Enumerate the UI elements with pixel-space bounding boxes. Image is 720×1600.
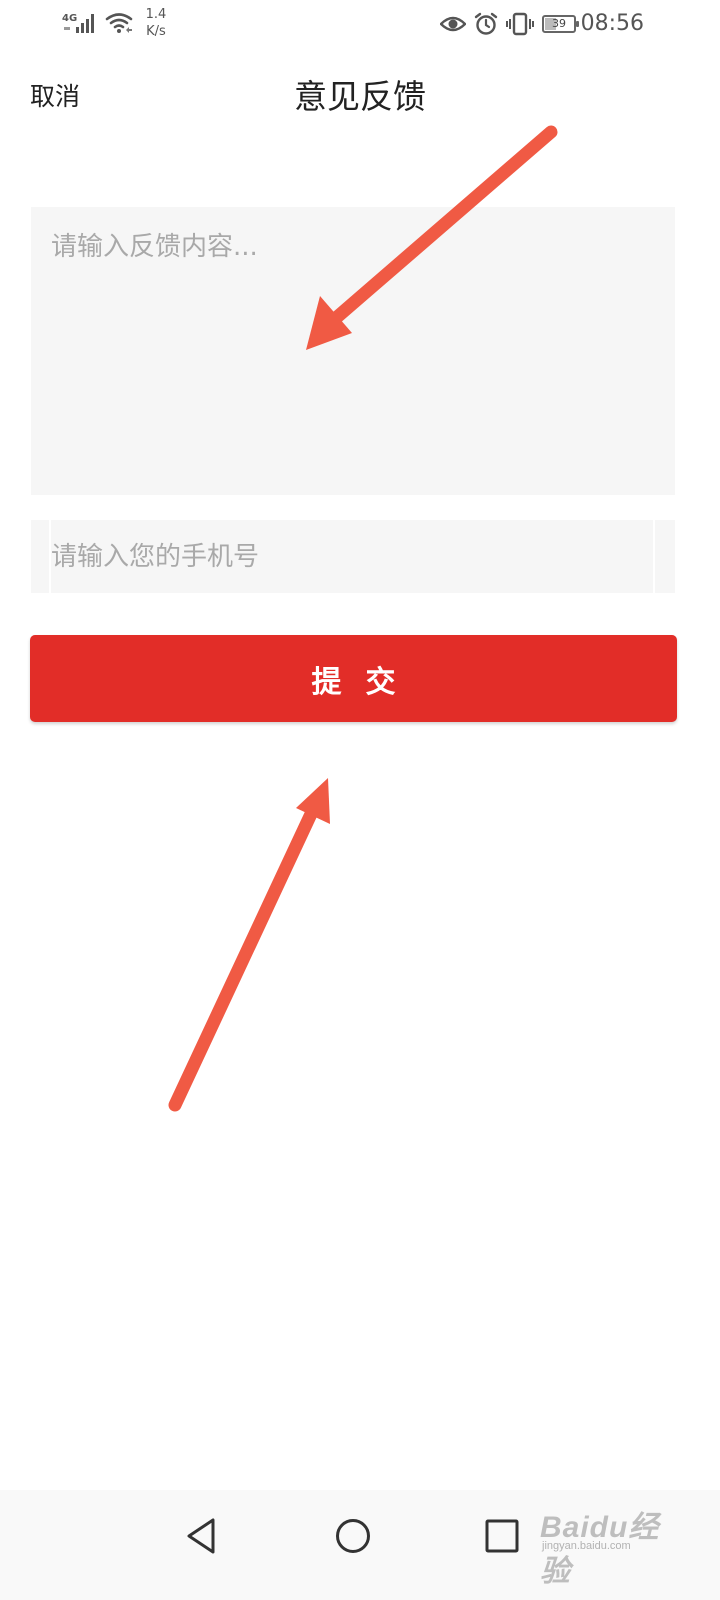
back-icon <box>187 1518 215 1554</box>
alarm-icon <box>474 12 498 35</box>
battery-icon: 39 <box>542 15 579 33</box>
signal-icon: 4G <box>62 13 94 33</box>
status-icons: 39 <box>440 9 579 39</box>
network-type: 4G <box>62 13 77 24</box>
submit-button[interactable]: 提交 <box>30 635 677 722</box>
phone-field-container <box>31 520 675 593</box>
system-nav-bar <box>0 1490 720 1600</box>
status-bar: 4G 1.4 K/s 39 08:56 <box>0 0 720 50</box>
battery-text: 39 <box>552 17 566 30</box>
feedback-textarea[interactable] <box>31 207 675 495</box>
arrow-to-submit-icon <box>168 778 330 1112</box>
page-title: 意见反馈 <box>294 77 426 116</box>
back-button[interactable] <box>174 1508 230 1564</box>
phone-input[interactable] <box>49 520 655 593</box>
annotation-arrows <box>168 125 558 1112</box>
recent-apps-icon <box>485 1519 519 1553</box>
speed-value: 1.4 <box>145 7 167 22</box>
home-button[interactable] <box>325 1508 381 1564</box>
home-icon <box>336 1519 370 1553</box>
vibrate-icon <box>506 12 534 36</box>
clock: 08:56 <box>580 11 644 36</box>
speed-unit: K/s <box>146 24 166 39</box>
nav-header: 取消 意见反馈 <box>0 66 720 130</box>
eye-icon <box>440 16 466 32</box>
recent-apps-button[interactable] <box>474 1508 530 1564</box>
wifi-icon <box>105 13 133 33</box>
network-speed: 1.4 K/s <box>141 6 171 40</box>
